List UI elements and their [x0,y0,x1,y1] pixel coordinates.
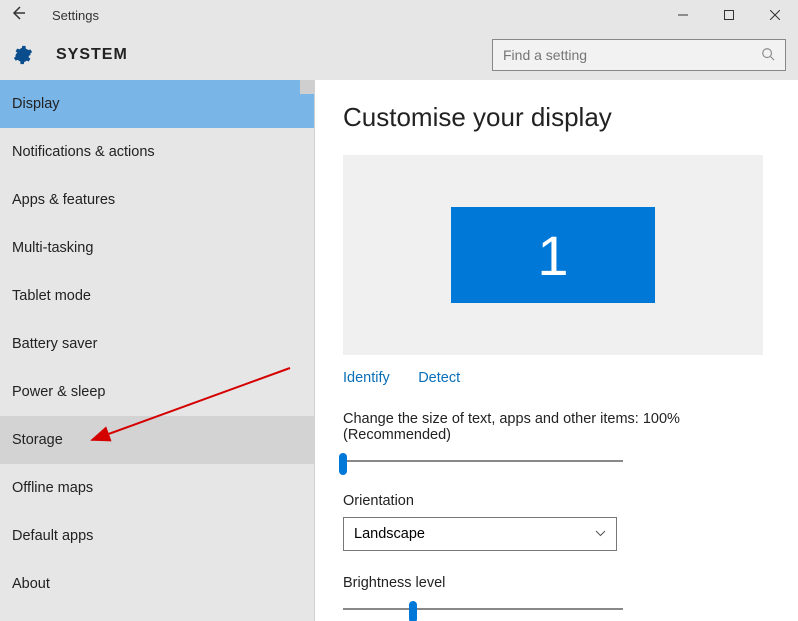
slider-thumb[interactable] [339,453,347,475]
sidebar-item-storage[interactable]: Storage [0,416,314,464]
gear-icon [12,44,34,66]
search-input[interactable] [503,47,761,63]
sidebar-item-label: About [12,576,50,592]
sidebar-item-label: Power & sleep [12,384,106,400]
content-pane: Customise your display 1 Identify Detect… [315,80,798,621]
sidebar-item-tablet-mode[interactable]: Tablet mode [0,272,314,320]
slider-thumb[interactable] [409,601,417,621]
orientation-value: Landscape [354,526,425,542]
sidebar-item-label: Notifications & actions [12,144,155,160]
sidebar-item-label: Apps & features [12,192,115,208]
close-button[interactable] [752,0,798,30]
breadcrumb: SYSTEM [56,46,128,64]
search-icon [761,47,775,64]
scale-slider[interactable] [343,453,623,469]
titlebar: Settings [0,0,798,30]
sidebar-item-label: Storage [12,432,63,448]
chevron-down-icon [595,528,606,540]
minimize-button[interactable] [660,0,706,30]
page-title: Customise your display [343,102,770,133]
sidebar-item-multi-tasking[interactable]: Multi-tasking [0,224,314,272]
detect-link[interactable]: Detect [418,370,460,386]
window-title: Settings [52,8,99,23]
sidebar-item-offline-maps[interactable]: Offline maps [0,464,314,512]
sidebar: Display Notifications & actions Apps & fea… [0,80,315,621]
sidebar-item-apps-features[interactable]: Apps & features [0,176,314,224]
header: SYSTEM [0,30,798,80]
sidebar-item-power-sleep[interactable]: Power & sleep [0,368,314,416]
scrollbar[interactable] [300,80,314,94]
maximize-button[interactable] [706,0,752,30]
sidebar-item-label: Display [12,96,60,112]
sidebar-item-label: Battery saver [12,336,97,352]
monitor-tile[interactable]: 1 [451,207,655,303]
sidebar-item-default-apps[interactable]: Default apps [0,512,314,560]
monitor-number: 1 [537,223,568,288]
orientation-select[interactable]: Landscape [343,517,617,551]
orientation-label: Orientation [343,493,770,509]
brightness-slider[interactable] [343,601,623,617]
sidebar-item-display[interactable]: Display [0,80,314,128]
sidebar-item-battery-saver[interactable]: Battery saver [0,320,314,368]
back-button[interactable] [0,5,36,26]
sidebar-item-label: Offline maps [12,480,93,496]
identify-link[interactable]: Identify [343,370,390,386]
sidebar-item-notifications-actions[interactable]: Notifications & actions [0,128,314,176]
scale-label: Change the size of text, apps and other … [343,411,770,443]
sidebar-item-label: Multi-tasking [12,240,93,256]
sidebar-item-label: Tablet mode [12,288,91,304]
search-box[interactable] [492,39,786,71]
sidebar-item-label: Default apps [12,528,93,544]
sidebar-item-about[interactable]: About [0,560,314,608]
brightness-label: Brightness level [343,575,770,591]
display-arrangement[interactable]: 1 [343,155,763,355]
